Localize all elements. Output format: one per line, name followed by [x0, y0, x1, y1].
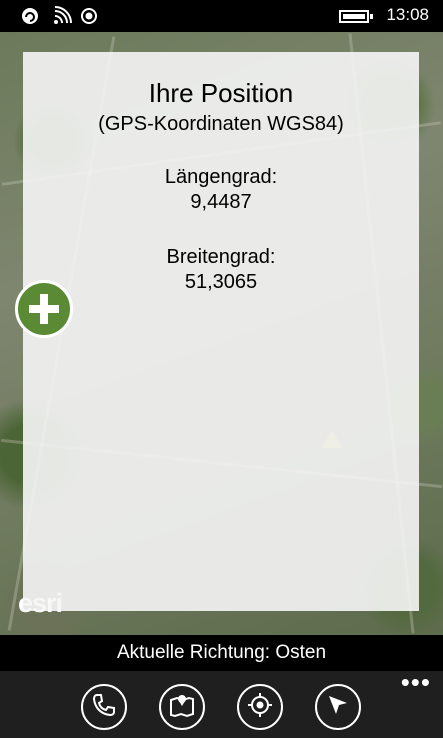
panel-subtitle: (GPS-Koordinaten WGS84)	[98, 113, 344, 135]
zoom-in-button[interactable]	[15, 280, 73, 338]
latitude-label: Breitengrad:	[166, 246, 276, 268]
current-heading: Aktuelle Richtung: Osten	[0, 635, 443, 671]
compass-navigation-icon	[324, 691, 352, 724]
navigation-button[interactable]	[315, 684, 361, 730]
phone-icon	[91, 692, 117, 723]
longitude-value: 9,4487	[190, 191, 252, 213]
location-target-icon	[246, 691, 274, 724]
plus-icon	[27, 292, 61, 326]
map-button[interactable]	[159, 684, 205, 730]
locate-button[interactable]	[237, 684, 283, 730]
position-panel: Ihre Position (GPS-Koordinaten WGS84) Lä…	[23, 52, 419, 611]
wifi-icon	[52, 6, 72, 26]
status-bar: 13:08	[0, 0, 443, 32]
phone-button[interactable]	[81, 684, 127, 730]
sync-icon	[20, 6, 40, 26]
longitude-label: Längengrad:	[164, 166, 278, 188]
map-icon	[168, 691, 196, 724]
latitude-value: 51,3065	[184, 271, 258, 293]
app-bar: •••	[0, 669, 443, 738]
more-menu-button[interactable]: •••	[401, 669, 431, 695]
battery-icon	[339, 10, 373, 23]
location-status-icon	[79, 6, 99, 26]
status-time: 13:08	[386, 5, 429, 24]
panel-title: Ihre Position	[148, 78, 294, 108]
